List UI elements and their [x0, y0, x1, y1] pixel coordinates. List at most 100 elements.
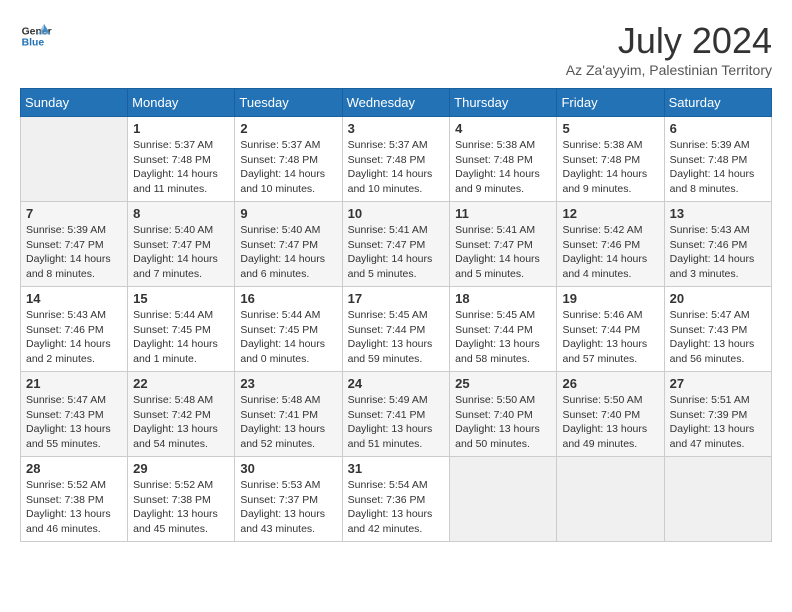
- day-cell-31: 31 Sunrise: 5:54 AM Sunset: 7:36 PM Dayli…: [342, 457, 450, 542]
- day-cell-18: 18 Sunrise: 5:45 AM Sunset: 7:44 PM Dayli…: [450, 287, 557, 372]
- day-number: 19: [562, 291, 658, 306]
- day-number: 6: [670, 121, 766, 136]
- day-info: Sunrise: 5:38 AM Sunset: 7:48 PM Dayligh…: [455, 138, 551, 197]
- day-number: 17: [348, 291, 445, 306]
- empty-cell: [450, 457, 557, 542]
- day-info: Sunrise: 5:53 AM Sunset: 7:37 PM Dayligh…: [240, 478, 336, 537]
- day-number: 24: [348, 376, 445, 391]
- day-cell-2: 2Sunrise: 5:37 AM Sunset: 7:48 PM Daylig…: [235, 117, 342, 202]
- weekday-header-saturday: Saturday: [664, 89, 771, 117]
- day-number: 11: [455, 206, 551, 221]
- calendar-table: SundayMondayTuesdayWednesdayThursdayFrid…: [20, 88, 772, 542]
- day-cell-9: 9 Sunrise: 5:40 AM Sunset: 7:47 PM Daylig…: [235, 202, 342, 287]
- day-cell-29: 29Sunrise: 5:52 AM Sunset: 7:38 PM Dayli…: [128, 457, 235, 542]
- day-info: Sunrise: 5:44 AM Sunset: 7:45 PM Dayligh…: [240, 308, 336, 367]
- day-cell-6: 6 Sunrise: 5:39 AM Sunset: 7:48 PM Daylig…: [664, 117, 771, 202]
- day-info: Sunrise: 5:41 AM Sunset: 7:47 PM Dayligh…: [348, 223, 445, 282]
- day-cell-21: 21Sunrise: 5:47 AM Sunset: 7:43 PM Dayli…: [21, 372, 128, 457]
- header: General Blue July 2024 Az Za'ayyim, Pale…: [20, 20, 772, 78]
- day-info: Sunrise: 5:40 AM Sunset: 7:47 PM Dayligh…: [240, 223, 336, 282]
- logo-icon: General Blue: [20, 20, 52, 52]
- day-cell-12: 12 Sunrise: 5:42 AM Sunset: 7:46 PM Dayli…: [557, 202, 664, 287]
- day-cell-14: 14 Sunrise: 5:43 AM Sunset: 7:46 PM Dayli…: [21, 287, 128, 372]
- day-info: Sunrise: 5:45 AM Sunset: 7:44 PM Dayligh…: [455, 308, 551, 367]
- day-info: Sunrise: 5:37 AM Sunset: 7:48 PM Dayligh…: [348, 138, 445, 197]
- logo: General Blue: [20, 20, 52, 52]
- day-number: 23: [240, 376, 336, 391]
- day-number: 8: [133, 206, 229, 221]
- day-cell-5: 5 Sunrise: 5:38 AM Sunset: 7:48 PM Daylig…: [557, 117, 664, 202]
- day-number: 4: [455, 121, 551, 136]
- day-info: Sunrise: 5:52 AM Sunset: 7:38 PM Dayligh…: [26, 478, 122, 537]
- day-number: 22: [133, 376, 229, 391]
- day-info: Sunrise: 5:44 AM Sunset: 7:45 PM Dayligh…: [133, 308, 229, 367]
- day-info: Sunrise: 5:49 AM Sunset: 7:41 PM Dayligh…: [348, 393, 445, 452]
- day-info: Sunrise: 5:39 AM Sunset: 7:47 PM Dayligh…: [26, 223, 122, 282]
- day-number: 3: [348, 121, 445, 136]
- day-info: Sunrise: 5:38 AM Sunset: 7:48 PM Dayligh…: [562, 138, 658, 197]
- day-cell-23: 23 Sunrise: 5:48 AM Sunset: 7:41 PM Dayli…: [235, 372, 342, 457]
- empty-cell: [557, 457, 664, 542]
- day-number: 7: [26, 206, 122, 221]
- weekday-header-wednesday: Wednesday: [342, 89, 450, 117]
- day-number: 12: [562, 206, 658, 221]
- day-cell-8: 8 Sunrise: 5:40 AM Sunset: 7:47 PM Daylig…: [128, 202, 235, 287]
- day-info: Sunrise: 5:39 AM Sunset: 7:48 PM Dayligh…: [670, 138, 766, 197]
- day-number: 28: [26, 461, 122, 476]
- day-info: Sunrise: 5:37 AM Sunset: 7:48 PM Dayligh…: [133, 138, 229, 197]
- day-info: Sunrise: 5:51 AM Sunset: 7:39 PM Dayligh…: [670, 393, 766, 452]
- day-number: 26: [562, 376, 658, 391]
- day-info: Sunrise: 5:46 AM Sunset: 7:44 PM Dayligh…: [562, 308, 658, 367]
- day-info: Sunrise: 5:50 AM Sunset: 7:40 PM Dayligh…: [455, 393, 551, 452]
- title-area: July 2024 Az Za'ayyim, Palestinian Terri…: [566, 20, 772, 78]
- weekday-header-thursday: Thursday: [450, 89, 557, 117]
- day-number: 1: [133, 121, 229, 136]
- day-info: Sunrise: 5:42 AM Sunset: 7:46 PM Dayligh…: [562, 223, 658, 282]
- day-info: Sunrise: 5:41 AM Sunset: 7:47 PM Dayligh…: [455, 223, 551, 282]
- day-info: Sunrise: 5:48 AM Sunset: 7:41 PM Dayligh…: [240, 393, 336, 452]
- day-number: 31: [348, 461, 445, 476]
- week-row-2: 7 Sunrise: 5:39 AM Sunset: 7:47 PM Daylig…: [21, 202, 772, 287]
- empty-cell: [21, 117, 128, 202]
- day-cell-20: 20Sunrise: 5:47 AM Sunset: 7:43 PM Dayli…: [664, 287, 771, 372]
- week-row-3: 14 Sunrise: 5:43 AM Sunset: 7:46 PM Dayli…: [21, 287, 772, 372]
- day-cell-7: 7 Sunrise: 5:39 AM Sunset: 7:47 PM Daylig…: [21, 202, 128, 287]
- day-number: 9: [240, 206, 336, 221]
- day-info: Sunrise: 5:45 AM Sunset: 7:44 PM Dayligh…: [348, 308, 445, 367]
- day-number: 16: [240, 291, 336, 306]
- day-number: 30: [240, 461, 336, 476]
- day-info: Sunrise: 5:54 AM Sunset: 7:36 PM Dayligh…: [348, 478, 445, 537]
- weekday-header-friday: Friday: [557, 89, 664, 117]
- day-info: Sunrise: 5:48 AM Sunset: 7:42 PM Dayligh…: [133, 393, 229, 452]
- day-number: 14: [26, 291, 122, 306]
- day-cell-17: 17 Sunrise: 5:45 AM Sunset: 7:44 PM Dayli…: [342, 287, 450, 372]
- day-number: 2: [240, 121, 336, 136]
- day-cell-11: 11 Sunrise: 5:41 AM Sunset: 7:47 PM Dayli…: [450, 202, 557, 287]
- month-title: July 2024: [566, 20, 772, 62]
- day-cell-24: 24 Sunrise: 5:49 AM Sunset: 7:41 PM Dayli…: [342, 372, 450, 457]
- day-number: 18: [455, 291, 551, 306]
- day-number: 13: [670, 206, 766, 221]
- day-cell-4: 4 Sunrise: 5:38 AM Sunset: 7:48 PM Daylig…: [450, 117, 557, 202]
- day-number: 27: [670, 376, 766, 391]
- day-cell-13: 13 Sunrise: 5:43 AM Sunset: 7:46 PM Dayli…: [664, 202, 771, 287]
- week-row-1: 1 Sunrise: 5:37 AM Sunset: 7:48 PM Daylig…: [21, 117, 772, 202]
- day-cell-30: 30 Sunrise: 5:53 AM Sunset: 7:37 PM Dayli…: [235, 457, 342, 542]
- week-row-4: 21Sunrise: 5:47 AM Sunset: 7:43 PM Dayli…: [21, 372, 772, 457]
- day-number: 25: [455, 376, 551, 391]
- day-info: Sunrise: 5:43 AM Sunset: 7:46 PM Dayligh…: [26, 308, 122, 367]
- day-cell-10: 10Sunrise: 5:41 AM Sunset: 7:47 PM Dayli…: [342, 202, 450, 287]
- day-cell-27: 27 Sunrise: 5:51 AM Sunset: 7:39 PM Dayli…: [664, 372, 771, 457]
- day-cell-3: 3 Sunrise: 5:37 AM Sunset: 7:48 PM Daylig…: [342, 117, 450, 202]
- day-cell-25: 25 Sunrise: 5:50 AM Sunset: 7:40 PM Dayli…: [450, 372, 557, 457]
- day-number: 21: [26, 376, 122, 391]
- day-info: Sunrise: 5:40 AM Sunset: 7:47 PM Dayligh…: [133, 223, 229, 282]
- day-info: Sunrise: 5:50 AM Sunset: 7:40 PM Dayligh…: [562, 393, 658, 452]
- day-number: 5: [562, 121, 658, 136]
- weekday-header-tuesday: Tuesday: [235, 89, 342, 117]
- day-info: Sunrise: 5:52 AM Sunset: 7:38 PM Dayligh…: [133, 478, 229, 537]
- day-info: Sunrise: 5:47 AM Sunset: 7:43 PM Dayligh…: [670, 308, 766, 367]
- day-cell-22: 22 Sunrise: 5:48 AM Sunset: 7:42 PM Dayli…: [128, 372, 235, 457]
- day-info: Sunrise: 5:43 AM Sunset: 7:46 PM Dayligh…: [670, 223, 766, 282]
- weekday-header-row: SundayMondayTuesdayWednesdayThursdayFrid…: [21, 89, 772, 117]
